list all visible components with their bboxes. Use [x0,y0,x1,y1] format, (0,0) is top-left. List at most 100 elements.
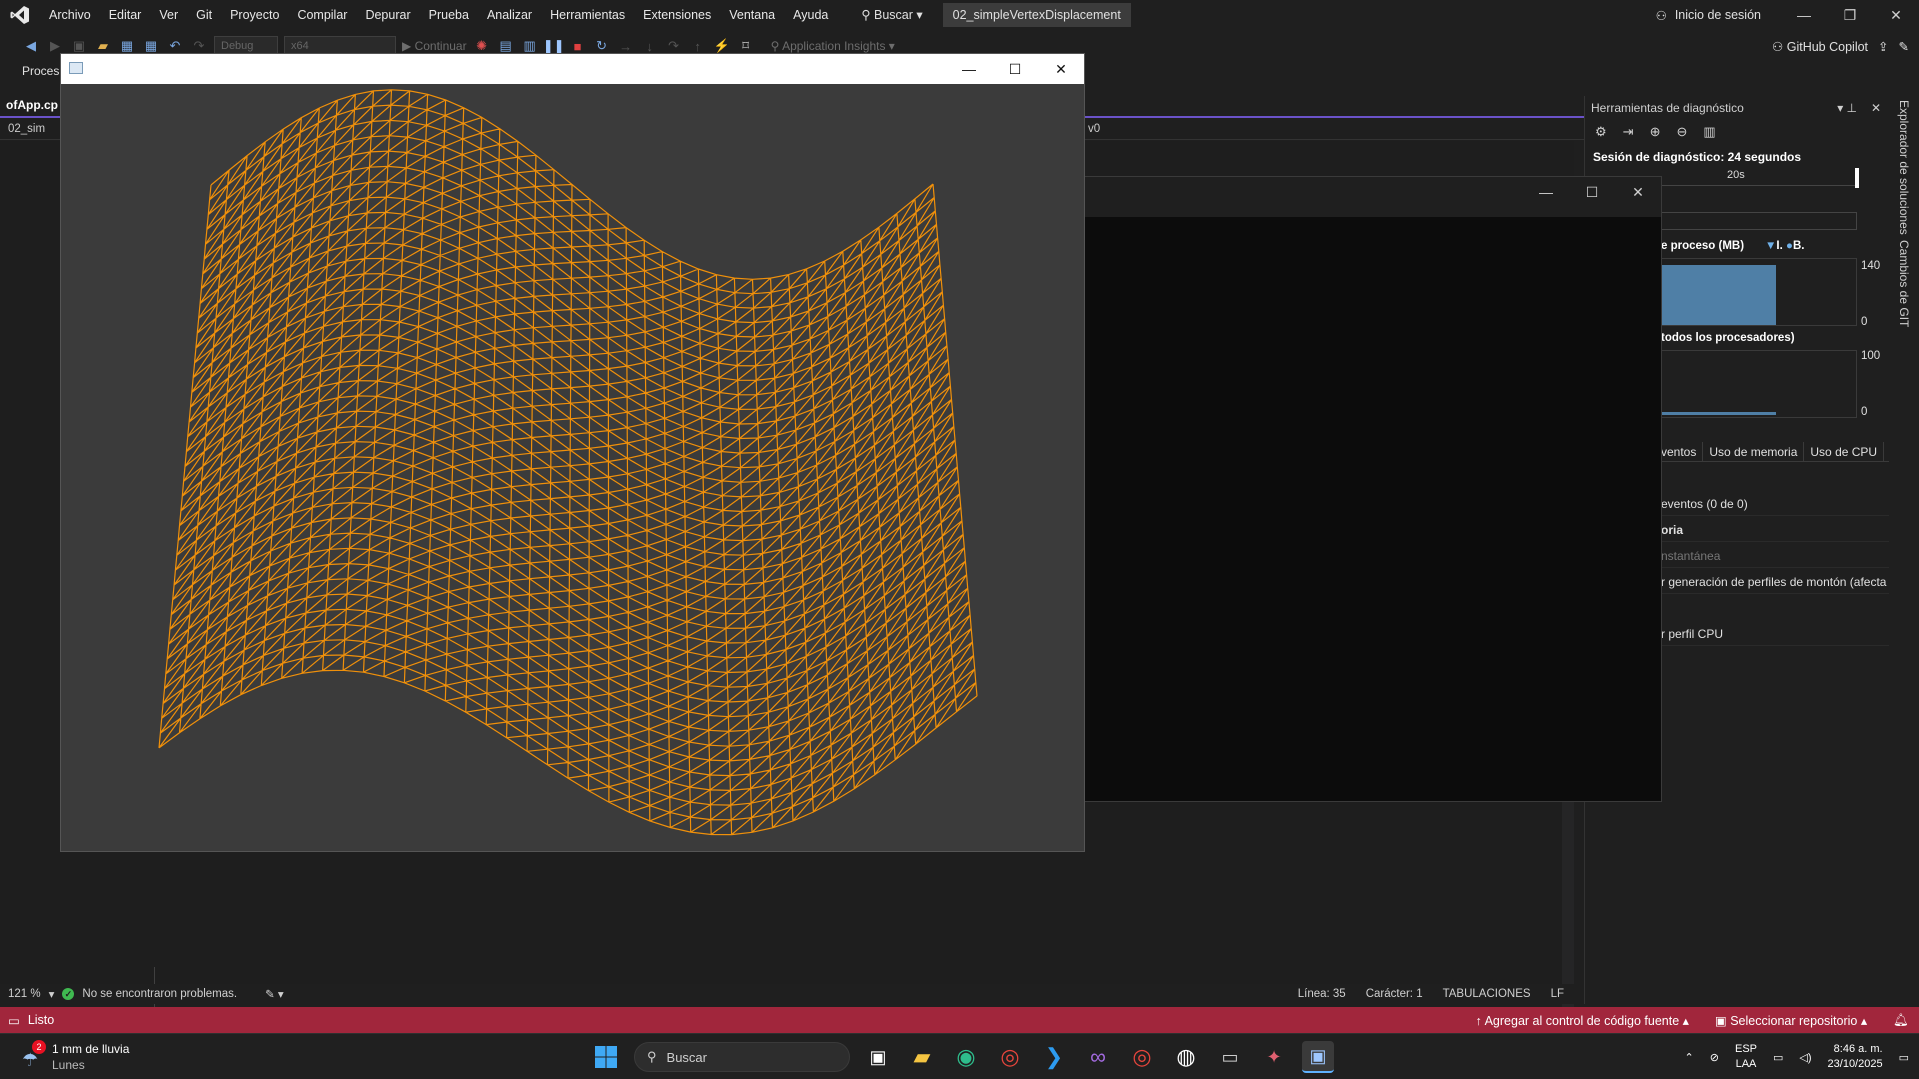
continue-label: Continuar [414,39,467,53]
menu-compilar[interactable]: Compilar [288,0,356,30]
cpu-chart-label: todos los procesadores) [1661,332,1795,344]
language-indicator[interactable]: ESP LAA [1735,1042,1757,1072]
console-window[interactable]: — ☐ ✕ [1050,176,1662,802]
tray-overflow-icon[interactable]: ⌃ [1685,1051,1694,1064]
panel-close-icon[interactable]: ✕ [1871,101,1881,115]
chrome-profile-icon[interactable]: ◎ [1126,1041,1158,1073]
settings-icon[interactable]: ⚙ [1595,124,1607,140]
cpu-chart[interactable] [1661,350,1857,418]
line-indicator[interactable]: Línea: 35 [1298,988,1346,1000]
app-close-button[interactable]: ✕ [1038,54,1084,84]
menu-proyecto[interactable]: Proyecto [221,0,288,30]
brush-icon[interactable]: ✎ ▾ [265,987,284,1001]
chart-icon[interactable]: ▥ [1703,124,1715,140]
char-indicator[interactable]: Carácter: 1 [1366,988,1423,1000]
chrome-icon[interactable]: ◎ [994,1041,1026,1073]
notification-center-icon[interactable]: ▭ [1899,1051,1909,1064]
zoom-out-icon[interactable]: ⊖ [1676,124,1687,140]
network-icon[interactable]: ⊘ [1710,1051,1719,1064]
memory-chart[interactable] [1661,258,1857,326]
taskbar-search[interactable]: ⚲ Buscar [634,1042,850,1072]
git-changes-tab[interactable]: Cambios de GIT [1897,240,1911,327]
file-explorer-icon[interactable]: ▰ [906,1041,938,1073]
volume-icon[interactable]: ◁) [1799,1051,1811,1064]
visual-studio-icon[interactable]: ∞ [1082,1041,1114,1073]
solution-explorer-tab[interactable]: Explorador de soluciones [1897,100,1911,235]
console-title-bar[interactable]: — ☐ ✕ [1051,177,1661,217]
console-close-button[interactable]: ✕ [1615,177,1661,207]
weather-main: 1 mm de lluvia [52,1042,130,1056]
events-track [1661,212,1857,230]
console-minimize-button[interactable]: — [1523,177,1569,207]
tab-cpu-usage[interactable]: Uso de CPU [1804,442,1885,461]
task-view-icon[interactable]: ▣ [862,1041,894,1073]
display-icon[interactable]: ▭ [1773,1051,1783,1064]
search-button[interactable]: ⚲ Buscar ▾ [851,4,932,26]
menu-prueba[interactable]: Prueba [420,0,478,30]
app-window[interactable]: — ☐ ✕ [60,53,1085,852]
check-icon: ✓ [62,988,75,1000]
lang-line-2: LAA [1735,1058,1757,1070]
edge-icon[interactable]: ◉ [950,1041,982,1073]
weather-widget[interactable]: ☂ 2 1 mm de lluvia Lunes [20,1040,130,1073]
clock[interactable]: 8:46 a. m. 23/10/2025 [1828,1042,1883,1072]
tab-ofapp[interactable]: ofApp.cp [6,98,58,112]
memory-legend: ▼I. ●B. [1765,240,1805,252]
clock-date: 23/10/2025 [1827,1058,1883,1070]
back-icon[interactable]: ◀ [22,37,40,55]
export-icon[interactable]: ⇥ [1623,124,1634,140]
dropdown-icon[interactable]: ▾ [49,987,55,1001]
menu-ayuda[interactable]: Ayuda [784,0,837,30]
clock-time: 8:46 a. m. [1833,1043,1883,1055]
menu-analizar[interactable]: Analizar [478,0,541,30]
copilot-button[interactable]: ⚇ GitHub Copilot [1772,39,1868,54]
zoom-in-icon[interactable]: ⊕ [1650,124,1661,140]
console-maximize-button[interactable]: ☐ [1569,177,1615,207]
menu-git[interactable]: Git [187,0,221,30]
copilot-label: GitHub Copilot [1786,39,1869,54]
zoom-level[interactable]: 121 % [8,988,41,1000]
app-maximize-button[interactable]: ☐ [992,54,1038,84]
nav-project[interactable]: 02_sim [8,123,45,135]
app-minimize-button[interactable]: — [946,54,992,84]
obs-icon[interactable]: ◍ [1170,1041,1202,1073]
signin-button[interactable]: ⚇ Inicio de sesión [1656,8,1781,23]
restore-button[interactable]: ❐ [1827,0,1873,30]
problems-status[interactable]: No se encontraron problemas. [82,988,237,1000]
close-button[interactable]: ✕ [1873,0,1919,30]
timeline-cursor[interactable] [1855,168,1859,188]
app-window-taskbar-icon[interactable]: ▣ [1302,1041,1334,1073]
insights-button[interactable]: ⚲ Application Insights ▾ [771,39,895,53]
app-title-bar[interactable]: — ☐ ✕ [61,54,1084,84]
visual-studio-logo-icon[interactable] [0,0,40,30]
search-label: Buscar [874,8,913,22]
menu-herramientas[interactable]: Herramientas [541,0,634,30]
side-strip: Explorador de soluciones Cambios de GIT [1889,96,1919,1004]
tab-memory-usage[interactable]: Uso de memoria [1703,442,1805,461]
continue-button[interactable]: ▶ Continuar [402,39,467,53]
wireframe-mesh [158,89,978,836]
menu-ver[interactable]: Ver [150,0,187,30]
start-icon[interactable] [590,1041,622,1073]
tabs-indicator[interactable]: TABULACIONES [1443,988,1531,1000]
tab-events[interactable]: ventos [1655,442,1704,461]
nav-member[interactable]: v0 [1088,123,1100,135]
terminal-icon[interactable]: ▭ [1214,1041,1246,1073]
eol-indicator[interactable]: LF [1551,988,1564,1000]
vscode-icon[interactable]: ❯ [1038,1041,1070,1073]
menu-ventana[interactable]: Ventana [720,0,784,30]
minimize-button[interactable]: — [1781,0,1827,30]
menu-extensiones[interactable]: Extensiones [634,0,720,30]
taskbar: ☂ 2 1 mm de lluvia Lunes ⚲ Buscar ▣ ▰ ◉ … [0,1033,1919,1079]
menu-archivo[interactable]: Archivo [40,0,100,30]
pin-icon[interactable]: ▾ ⊥ [1837,101,1857,115]
debugger-icon[interactable]: ✦ [1258,1041,1290,1073]
feedback-icon[interactable]: ✎ [1899,39,1909,54]
menu-depurar[interactable]: Depurar [356,0,419,30]
menu-editar[interactable]: Editar [100,0,151,30]
share-icon[interactable]: ⇪ [1878,39,1888,54]
source-control-button[interactable]: ↑ Agregar al control de código fuente ▴ [1476,1013,1689,1028]
repo-button[interactable]: ▣ Seleccionar repositorio ▴ [1715,1013,1867,1028]
notifications-icon[interactable]: 🔔︎ [1893,1013,1909,1028]
solution-name: 02_simpleVertexDisplacement [942,3,1131,27]
